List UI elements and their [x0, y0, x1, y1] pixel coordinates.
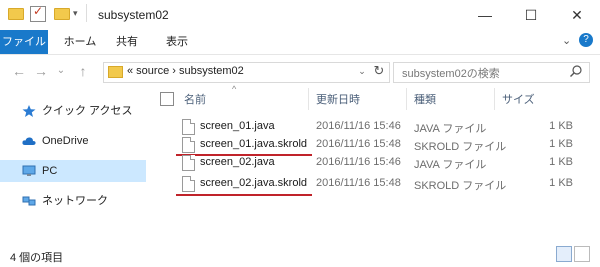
sort-ascending-icon: ^	[232, 84, 237, 94]
column-divider[interactable]	[308, 88, 309, 110]
file-icon	[182, 155, 195, 171]
file-row[interactable]: screen_01.java.skrold 2016/11/16 15:48 S…	[170, 135, 575, 155]
column-divider[interactable]	[494, 88, 495, 110]
file-size: 1 KB	[549, 138, 573, 150]
details-view-icon[interactable]	[556, 246, 572, 262]
sidebar-item-label: ネットワーク	[42, 195, 108, 207]
back-button[interactable]: ←	[10, 62, 28, 80]
column-header-size[interactable]: サイズ	[502, 91, 535, 107]
folder-icon[interactable]	[8, 8, 24, 20]
sidebar-item-label: PC	[42, 165, 58, 177]
file-name: screen_01.java.skrold	[200, 138, 308, 150]
sidebar-item-network[interactable]: ネットワーク	[0, 190, 146, 212]
file-size: 1 KB	[549, 120, 573, 132]
red-underline-annotation	[176, 194, 312, 196]
tab-file[interactable]: ファイル	[0, 30, 48, 54]
column-divider[interactable]	[406, 88, 407, 110]
forward-button[interactable]: →	[32, 62, 50, 80]
new-folder-icon[interactable]	[54, 8, 70, 20]
sidebar-item-onedrive[interactable]: OneDrive	[0, 130, 146, 152]
properties-check-icon[interactable]: ✓	[30, 4, 46, 22]
title-divider	[86, 4, 87, 22]
column-header-name[interactable]: 名前	[184, 91, 206, 107]
column-header-date[interactable]: 更新日時	[316, 91, 360, 107]
column-header-type[interactable]: 種類	[414, 91, 436, 107]
sidebar-item-label: OneDrive	[42, 135, 89, 147]
large-icons-view-icon[interactable]	[574, 246, 590, 262]
address-dropdown-icon[interactable]: ⌄	[355, 63, 369, 79]
file-type: JAVA ファイル	[414, 123, 487, 135]
computer-icon	[22, 165, 36, 176]
expand-ribbon-icon[interactable]: ⌄	[562, 34, 571, 47]
close-button[interactable]: ✕	[554, 0, 600, 30]
file-date: 2016/11/16 15:48	[316, 177, 401, 189]
sidebar-item-pc[interactable]: PC	[0, 160, 146, 182]
maximize-button[interactable]: ☐	[508, 0, 554, 30]
item-count: 4 個の項目	[10, 252, 64, 264]
file-type: JAVA ファイル	[414, 159, 487, 171]
file-size: 1 KB	[549, 177, 573, 189]
file-date: 2016/11/16 15:48	[316, 138, 401, 150]
window-title: subsystem02	[98, 8, 169, 22]
star-icon	[22, 105, 36, 117]
search-icon[interactable]	[569, 64, 583, 78]
file-type: SKROLD ファイル	[414, 141, 507, 153]
recent-locations-button[interactable]: ⌄	[52, 62, 70, 80]
tab-view[interactable]: 表示	[160, 30, 194, 54]
folder-icon	[108, 66, 123, 78]
file-row[interactable]: screen_02.java.skrold 2016/11/16 15:48 S…	[170, 174, 575, 194]
file-size: 1 KB	[549, 156, 573, 168]
up-button[interactable]: ↑	[74, 62, 92, 80]
file-name: screen_01.java	[200, 120, 275, 132]
sidebar-item-quick-access[interactable]: クイック アクセス	[0, 100, 146, 122]
network-icon	[22, 196, 36, 206]
file-type: SKROLD ファイル	[414, 180, 507, 192]
minimize-button[interactable]: —	[462, 0, 508, 30]
status-bar	[0, 243, 600, 267]
file-name: screen_02.java.skrold	[200, 177, 308, 189]
file-date: 2016/11/16 15:46	[316, 156, 401, 168]
help-icon[interactable]: ?	[579, 33, 593, 47]
file-row[interactable]: screen_02.java 2016/11/16 15:46 JAVA ファイ…	[170, 153, 575, 173]
tab-home[interactable]: ホーム	[60, 30, 100, 54]
breadcrumb[interactable]: « source › subsystem02	[127, 65, 244, 77]
file-date: 2016/11/16 15:46	[316, 120, 401, 132]
file-icon	[182, 176, 195, 192]
file-icon	[182, 119, 195, 135]
refresh-button[interactable]: ↻	[372, 64, 386, 78]
file-row[interactable]: screen_01.java 2016/11/16 15:46 JAVA ファイ…	[170, 117, 575, 137]
tab-share[interactable]: 共有	[110, 30, 144, 54]
sidebar-item-label: クイック アクセス	[42, 105, 133, 117]
file-name: screen_02.java	[200, 156, 275, 168]
cloud-icon	[22, 137, 36, 145]
file-icon	[182, 137, 195, 153]
search-placeholder: subsystem02の検索	[402, 68, 500, 80]
select-all-checkbox[interactable]	[160, 92, 174, 106]
quick-access-toolbar-dropdown-icon[interactable]: ▾	[73, 8, 78, 19]
